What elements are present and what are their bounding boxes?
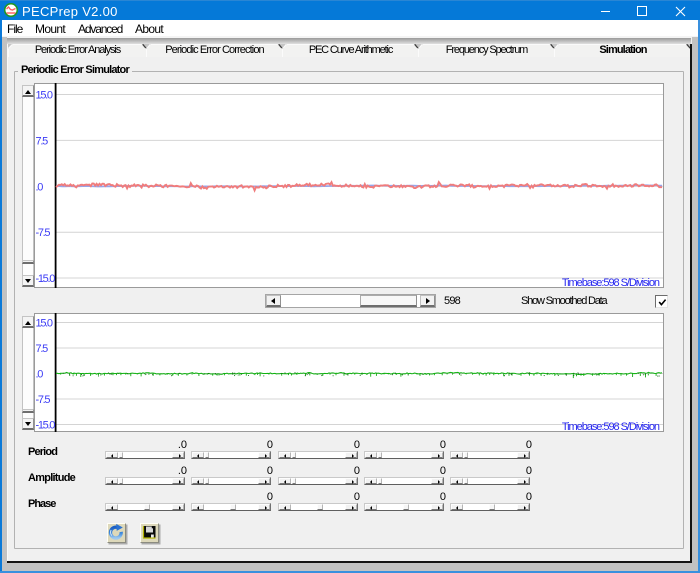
svg-text:-15.0: -15.0	[36, 273, 56, 285]
svg-text:15.0: 15.0	[36, 90, 53, 102]
svg-text:Timebase:598 S/Division: Timebase:598 S/Division	[562, 421, 660, 432]
svg-text:-7.5: -7.5	[36, 394, 51, 406]
svg-text:7.5: 7.5	[36, 135, 49, 147]
svg-text:7.5: 7.5	[36, 343, 49, 355]
svg-text:-15.0: -15.0	[36, 420, 56, 432]
svg-text:-7.5: -7.5	[36, 227, 51, 239]
svg-text:Timebase:598 S/Division: Timebase:598 S/Division	[562, 277, 660, 288]
svg-text:15.0: 15.0	[36, 318, 53, 330]
